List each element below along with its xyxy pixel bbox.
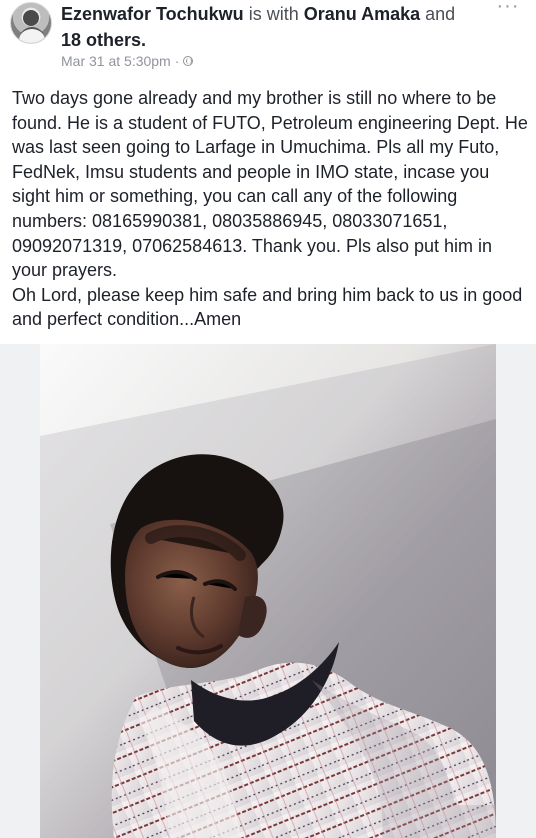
more-options-button[interactable]: ··· (494, 0, 522, 21)
portrait-photo (40, 344, 496, 838)
post-text: Two days gone already and my brother is … (12, 88, 528, 330)
post-photo-container[interactable] (0, 344, 536, 838)
author-name-link[interactable]: Ezenwafor Tochukwu (61, 4, 244, 24)
globe-icon[interactable] (183, 56, 194, 66)
post-timestamp[interactable]: Mar 31 at 5:30pm (61, 52, 171, 70)
others-link[interactable]: 18 others. (61, 30, 146, 50)
more-options-icon: ··· (496, 0, 520, 17)
with-text: is with (248, 4, 299, 24)
post-header: Ezenwafor Tochukwu is with Oranu Amaka a… (0, 0, 536, 76)
meta-separator: · (174, 53, 180, 69)
post-title-line: Ezenwafor Tochukwu is with Oranu Amaka a… (61, 1, 491, 53)
post-photo[interactable] (40, 344, 496, 838)
and-text: and (425, 4, 456, 24)
author-avatar[interactable] (10, 2, 52, 44)
tagged-person-link[interactable]: Oranu Amaka (304, 4, 420, 24)
post-meta: Mar 31 at 5:30pm · (61, 52, 194, 70)
